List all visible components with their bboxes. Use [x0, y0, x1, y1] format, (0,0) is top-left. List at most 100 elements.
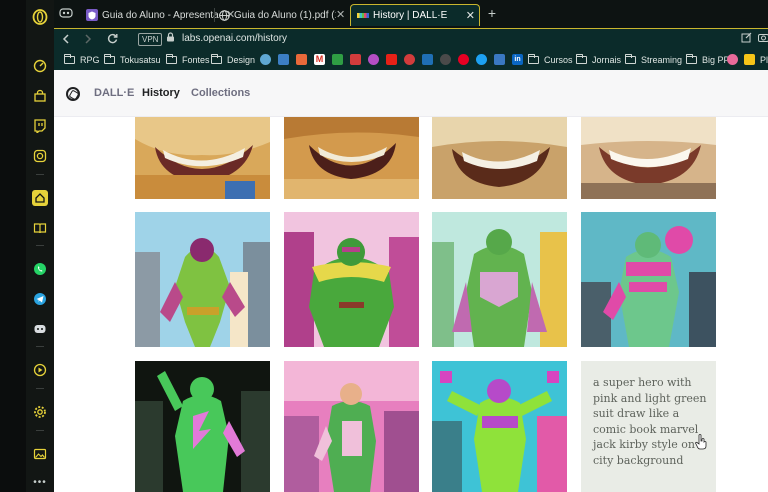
- opera-logo-icon[interactable]: [32, 9, 48, 25]
- sidebar-divider: [36, 388, 44, 389]
- bookmark-blue-icon[interactable]: [494, 54, 505, 65]
- folder-icon: [64, 54, 75, 64]
- gmail-icon[interactable]: M: [314, 54, 325, 65]
- new-tab-button[interactable]: +: [484, 5, 500, 21]
- bookmarks-bar: RPG Tokusatsu Fontes Design M in Cursos …: [54, 50, 768, 70]
- bookmark-label: Design: [227, 55, 256, 65]
- more-dots-icon[interactable]: •••: [32, 474, 48, 490]
- whatsapp-icon[interactable]: [32, 261, 48, 277]
- nav-collections[interactable]: Collections: [191, 87, 250, 99]
- imdb-icon[interactable]: [744, 54, 755, 65]
- url-field[interactable]: labs.openai.com/history: [182, 33, 287, 44]
- image-thumbnail[interactable]: [135, 212, 270, 347]
- folder-icon: [625, 54, 636, 64]
- bookmark-red-icon[interactable]: [350, 54, 361, 65]
- image-thumbnail[interactable]: [432, 212, 567, 347]
- image-thumbnail[interactable]: [432, 361, 567, 492]
- instagram-icon[interactable]: [32, 148, 48, 164]
- shopping-bag-icon[interactable]: [32, 88, 48, 104]
- bookmark-folder-cursos[interactable]: Cursos: [528, 53, 573, 67]
- forward-icon[interactable]: [80, 32, 96, 48]
- folder-icon: [104, 54, 115, 64]
- desktop-gutter: [0, 0, 26, 492]
- nav-history[interactable]: History: [142, 87, 180, 99]
- image-thumbnail[interactable]: [135, 361, 270, 492]
- telegram-icon[interactable]: [32, 291, 48, 307]
- player-icon[interactable]: [32, 362, 48, 378]
- back-icon[interactable]: [58, 32, 74, 48]
- bookmark-label: Big PP: [702, 55, 730, 65]
- bookmark-photo-icon[interactable]: [296, 54, 307, 65]
- vpn-badge[interactable]: VPN: [138, 33, 163, 46]
- bookmark-label: Fontes: [182, 55, 210, 65]
- linkedin-icon[interactable]: in: [512, 54, 523, 65]
- settings-gear-icon[interactable]: [32, 404, 48, 420]
- bookmark-label: Cursos: [544, 55, 573, 65]
- image-thumbnail[interactable]: [581, 117, 716, 199]
- brand-link[interactable]: DALL·E: [94, 87, 134, 99]
- app-header: DALL·E History Collections: [54, 70, 768, 117]
- tab-guia-apresentacao[interactable]: Guia do Aluno - Apresentaç: [80, 4, 220, 26]
- image-thumbnail[interactable]: [432, 117, 567, 199]
- bookmark-folder-streaming[interactable]: Streaming: [625, 53, 682, 67]
- browser-sidebar: •••: [26, 0, 54, 492]
- bookmark-folder-rpg[interactable]: RPG: [64, 53, 100, 67]
- bookmark-label: Streaming: [641, 55, 683, 65]
- reload-icon[interactable]: [104, 32, 120, 48]
- image-thumbnail[interactable]: [284, 361, 419, 492]
- pinterest-icon[interactable]: [458, 54, 469, 65]
- address-bar: VPN labs.openai.com/history: [54, 28, 768, 50]
- lock-icon[interactable]: [166, 32, 175, 45]
- tab-close-icon[interactable]: ✕: [466, 9, 475, 22]
- openai-logo-icon[interactable]: [66, 87, 80, 101]
- twitter-icon[interactable]: [476, 54, 487, 65]
- bookmark-folder-big-pp[interactable]: Big PP: [686, 53, 730, 67]
- bookmark-label: Pl: [760, 55, 768, 65]
- sidebar-divider: [36, 430, 44, 431]
- page: DALL·E History Collections a super hero …: [54, 70, 768, 492]
- bookmark-folder-jornais[interactable]: Jornais: [576, 53, 621, 67]
- snapshot-icon[interactable]: [758, 32, 768, 46]
- edit-icon[interactable]: [741, 32, 752, 46]
- bookmark-globe-icon[interactable]: [260, 54, 271, 65]
- youtube-icon[interactable]: [386, 54, 397, 65]
- bookmark-purple-icon[interactable]: [368, 54, 379, 65]
- image-thumbnail[interactable]: [284, 117, 419, 199]
- tab-guia-pdf[interactable]: Guia do Aluno (1).pdf (1).c: [212, 4, 336, 26]
- prompt-card[interactable]: a super hero with pink and light green s…: [581, 361, 716, 492]
- bookmark-pink-icon[interactable]: [727, 54, 738, 65]
- book-icon[interactable]: [32, 220, 48, 236]
- tab-title: Guia do Aluno (1).pdf (1).c: [234, 9, 336, 21]
- hand-cursor-icon: [695, 434, 707, 453]
- tab-history-dalle[interactable]: History | DALL·E ✕: [350, 4, 480, 26]
- discord-icon[interactable]: [32, 321, 48, 337]
- workspaces-icon[interactable]: [58, 6, 74, 22]
- speed-dial-icon[interactable]: [32, 58, 48, 74]
- globe-icon: [218, 9, 230, 21]
- bookmark-folder-more[interactable]: Pl: [760, 53, 768, 67]
- image-thumbnail[interactable]: [284, 212, 419, 347]
- image-thumbnail[interactable]: [135, 117, 270, 199]
- gallery-icon[interactable]: [32, 446, 48, 462]
- image-thumbnail[interactable]: [581, 212, 716, 347]
- dalle-icon: [357, 13, 369, 18]
- bookmark-sheets-icon[interactable]: [332, 54, 343, 65]
- bookmark-label: Tokusatsu: [120, 55, 161, 65]
- bookmark-folder-design[interactable]: Design: [211, 53, 255, 67]
- trello-icon[interactable]: [422, 54, 433, 65]
- bookmark-folder-tokusatsu[interactable]: Tokusatsu: [104, 53, 161, 67]
- home-icon[interactable]: [32, 190, 48, 206]
- bookmark-gray-icon[interactable]: [440, 54, 451, 65]
- bookmark-red-circle-icon[interactable]: [404, 54, 415, 65]
- twitch-icon[interactable]: [32, 118, 48, 134]
- bookmark-label: Jornais: [592, 55, 622, 65]
- folder-icon: [686, 54, 697, 64]
- sidebar-divider: [36, 245, 44, 246]
- folder-icon: [166, 54, 177, 64]
- tab-close-icon[interactable]: ✕: [336, 8, 345, 21]
- folder-icon: [528, 54, 539, 64]
- bookmark-folder-fontes[interactable]: Fontes: [166, 53, 210, 67]
- bookmark-drive-icon[interactable]: [278, 54, 289, 65]
- tab-title: History | DALL·E: [373, 10, 448, 21]
- folder-icon: [576, 54, 587, 64]
